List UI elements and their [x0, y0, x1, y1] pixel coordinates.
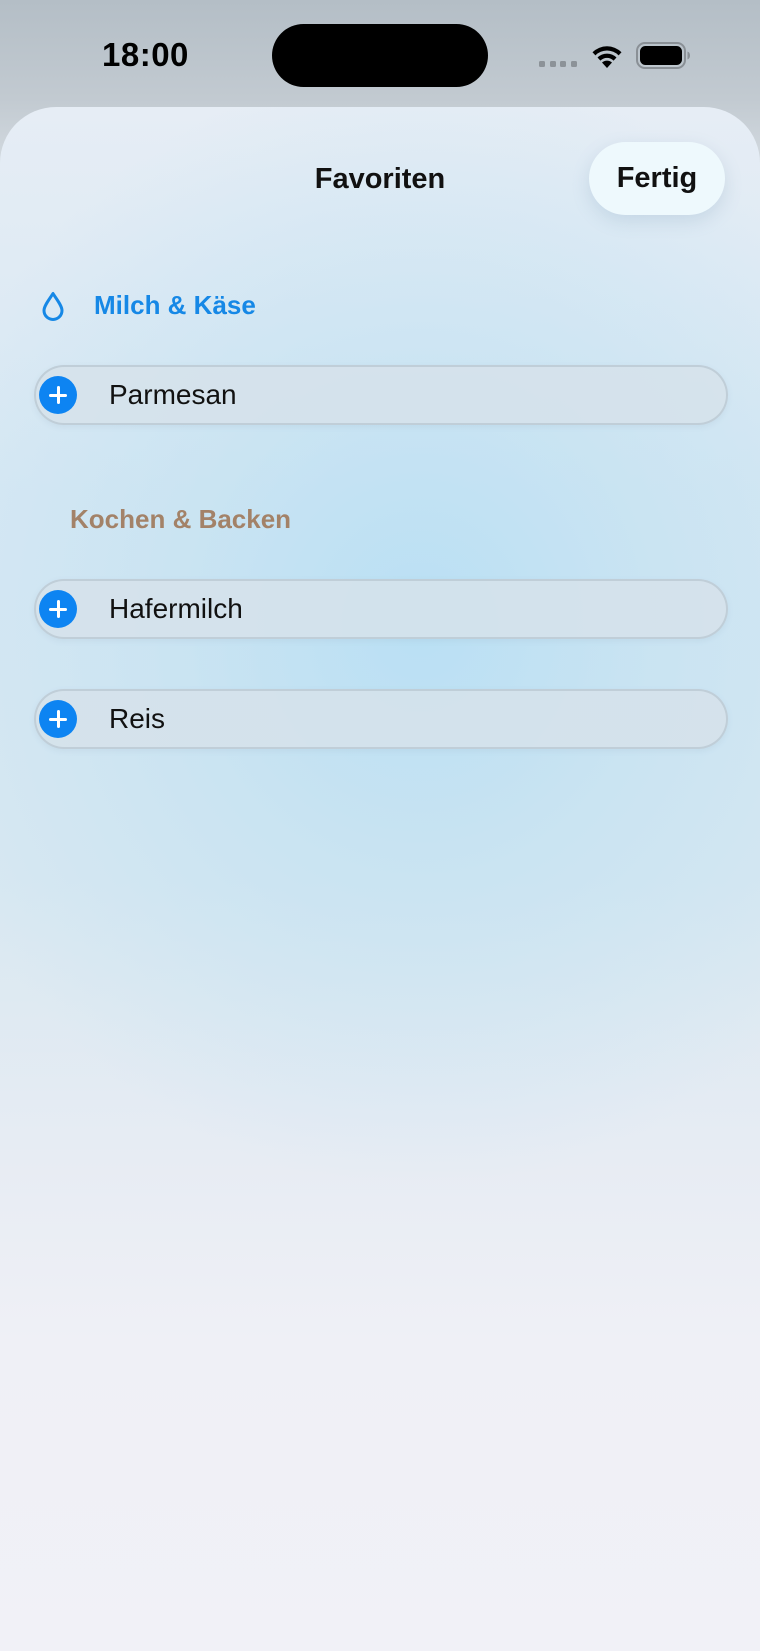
dynamic-island [272, 24, 488, 87]
list-item-hafermilch[interactable]: Hafermilch [34, 579, 728, 639]
section-title: Kochen & Backen [70, 504, 292, 534]
favorites-sheet: Favoriten Fertig Milch & Käse Parmesan K… [0, 107, 760, 1651]
plus-circle-icon[interactable] [39, 376, 77, 414]
cellular-dots-icon [539, 61, 577, 67]
item-label: Parmesan [109, 379, 237, 410]
section-header-dairy: Milch & Käse [40, 290, 256, 321]
plus-circle-icon[interactable] [39, 590, 77, 628]
item-label: Hafermilch [109, 593, 243, 624]
section-title: Milch & Käse [94, 290, 256, 320]
battery-icon [636, 42, 690, 69]
item-label: Reis [109, 703, 166, 734]
water-drop-icon [42, 291, 64, 321]
section-header-cooking: Kochen & Backen [70, 504, 291, 535]
plus-circle-icon[interactable] [39, 700, 77, 738]
status-time: 18:00 [102, 36, 189, 73]
wifi-icon [592, 46, 622, 68]
status-bar: 18:00 [0, 0, 760, 108]
list-item-parmesan[interactable]: Parmesan [34, 365, 728, 425]
list-item-reis[interactable]: Reis [34, 689, 728, 749]
done-button[interactable]: Fertig [589, 142, 725, 215]
